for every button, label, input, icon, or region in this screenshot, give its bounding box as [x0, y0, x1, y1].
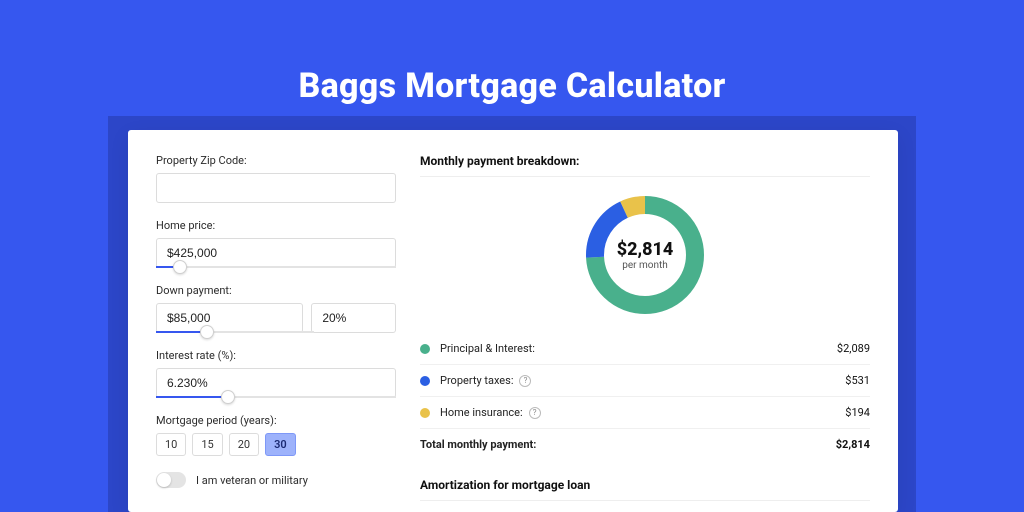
interest-slider[interactable]	[156, 396, 396, 398]
down-payment-label: Down payment:	[156, 284, 396, 297]
legend-val-pi: $2,089	[837, 342, 870, 355]
veteran-label: I am veteran or military	[196, 474, 308, 487]
donut-sub: per month	[622, 260, 668, 271]
zip-group: Property Zip Code:	[156, 154, 396, 203]
dot-tax	[420, 376, 430, 386]
breakdown-title: Monthly payment breakdown:	[420, 154, 870, 177]
veteran-toggle[interactable]	[156, 472, 186, 488]
form-panel: Property Zip Code: Home price: Down paym…	[156, 154, 396, 512]
amort-section: Amortization for mortgage loan Amortizat…	[420, 478, 870, 512]
down-payment-pct-input[interactable]	[311, 303, 396, 333]
period-chip-20[interactable]: 20	[229, 433, 259, 456]
period-chip-15[interactable]: 15	[192, 433, 222, 456]
home-price-slider[interactable]	[156, 266, 396, 268]
legend-row-pi: Principal & Interest: $2,089	[420, 333, 870, 365]
legend: Principal & Interest: $2,089 Property ta…	[420, 333, 870, 460]
period-chips: 10 15 20 30	[156, 433, 396, 456]
legend-label-tax: Property taxes:	[440, 374, 513, 387]
info-icon[interactable]: ?	[519, 375, 531, 387]
period-label: Mortgage period (years):	[156, 414, 396, 427]
legend-row-ins: Home insurance: ? $194	[420, 397, 870, 429]
legend-val-ins: $194	[845, 406, 870, 419]
page-title: Baggs Mortgage Calculator	[0, 66, 1024, 106]
legend-row-total: Total monthly payment: $2,814	[420, 429, 870, 460]
hero: Baggs Mortgage Calculator Property Zip C…	[0, 0, 1024, 512]
legend-label-ins: Home insurance:	[440, 406, 523, 419]
legend-total-val: $2,814	[836, 438, 870, 451]
down-payment-slider[interactable]	[156, 331, 314, 333]
period-group: Mortgage period (years): 10 15 20 30	[156, 414, 396, 456]
legend-label-pi: Principal & Interest:	[440, 342, 535, 355]
home-price-group: Home price:	[156, 219, 396, 268]
donut-amount: $2,814	[617, 239, 674, 260]
interest-group: Interest rate (%):	[156, 349, 396, 398]
zip-label: Property Zip Code:	[156, 154, 396, 167]
donut-wrap: $2,814 per month	[420, 191, 870, 319]
breakdown-panel: Monthly payment breakdown: $2,814 per mo…	[420, 154, 870, 512]
info-icon[interactable]: ?	[529, 407, 541, 419]
home-price-input[interactable]	[156, 238, 396, 268]
donut-chart: $2,814 per month	[581, 191, 709, 319]
legend-row-tax: Property taxes: ? $531	[420, 365, 870, 397]
period-chip-30[interactable]: 30	[265, 433, 296, 456]
home-price-label: Home price:	[156, 219, 396, 232]
dot-pi	[420, 344, 430, 354]
down-payment-group: Down payment:	[156, 284, 396, 333]
dot-ins	[420, 408, 430, 418]
calculator-card: Property Zip Code: Home price: Down paym…	[128, 130, 898, 512]
amort-title: Amortization for mortgage loan	[420, 478, 870, 501]
down-payment-input[interactable]	[156, 303, 303, 333]
interest-input[interactable]	[156, 368, 396, 398]
legend-val-tax: $531	[845, 374, 870, 387]
legend-total-label: Total monthly payment:	[420, 438, 536, 451]
period-chip-10[interactable]: 10	[156, 433, 186, 456]
zip-input[interactable]	[156, 173, 396, 203]
veteran-row: I am veteran or military	[156, 472, 396, 488]
interest-label: Interest rate (%):	[156, 349, 396, 362]
